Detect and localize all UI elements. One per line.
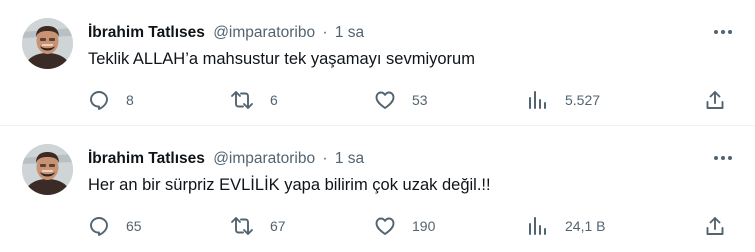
views-button[interactable]: 24,1 B xyxy=(527,214,605,238)
tweet-header: İbrahim Tatlıses @imparatoribo · 1 sa xyxy=(88,148,364,170)
more-button[interactable] xyxy=(713,24,733,40)
timestamp[interactable]: 1 sa xyxy=(335,24,364,41)
share-icon xyxy=(706,217,724,235)
reply-button[interactable]: 65 xyxy=(88,214,142,238)
reply-icon xyxy=(90,217,108,236)
reply-icon xyxy=(90,91,108,110)
author-handle[interactable]: @imparatoribo xyxy=(213,150,315,167)
more-horizontal-icon xyxy=(714,30,732,34)
timestamp[interactable]: 1 sa xyxy=(335,150,364,167)
like-count: 190 xyxy=(412,218,436,234)
share-button[interactable] xyxy=(704,214,726,238)
retweet-icon xyxy=(231,217,253,235)
tweet[interactable]: İbrahim Tatlıses @imparatoribo · 1 sa Te… xyxy=(0,0,755,126)
reply-count: 8 xyxy=(126,92,134,108)
avatar[interactable] xyxy=(22,18,73,69)
share-button[interactable] xyxy=(704,88,726,112)
author-handle[interactable]: @imparatoribo xyxy=(213,24,315,41)
tweet-text: Teklik ALLAH’a mahsustur tek yaşamayı se… xyxy=(88,50,475,68)
reply-count: 65 xyxy=(126,218,142,234)
retweet-button[interactable]: 67 xyxy=(230,214,286,238)
view-count: 5.527 xyxy=(565,92,601,108)
more-button[interactable] xyxy=(713,150,733,166)
retweet-button[interactable]: 6 xyxy=(230,88,278,112)
tweet-text: Her an bir sürpriz EVLİLİK yapa bilirim … xyxy=(88,176,491,194)
avatar[interactable] xyxy=(22,144,73,195)
like-count: 53 xyxy=(412,92,428,108)
avatar-image xyxy=(22,144,73,195)
retweet-count: 67 xyxy=(270,218,286,234)
retweet-count: 6 xyxy=(270,92,278,108)
author-name[interactable]: İbrahim Tatlıses xyxy=(88,150,205,167)
more-horizontal-icon xyxy=(714,156,732,160)
view-count: 24,1 B xyxy=(565,218,606,234)
heart-icon xyxy=(375,217,395,235)
share-icon xyxy=(706,91,724,109)
heart-icon xyxy=(375,91,395,109)
like-button[interactable]: 53 xyxy=(374,88,428,112)
tweet[interactable]: İbrahim Tatlıses @imparatoribo · 1 sa He… xyxy=(0,126,755,252)
retweet-icon xyxy=(231,91,253,109)
separator-dot: · xyxy=(322,150,328,167)
separator-dot: · xyxy=(322,24,328,41)
author-name[interactable]: İbrahim Tatlıses xyxy=(88,24,205,41)
views-button[interactable]: 5.527 xyxy=(527,88,600,112)
tweet-header: İbrahim Tatlıses @imparatoribo · 1 sa xyxy=(88,22,364,44)
avatar-image xyxy=(22,18,73,69)
reply-button[interactable]: 8 xyxy=(88,88,134,112)
like-button[interactable]: 190 xyxy=(374,214,435,238)
views-bar-chart-icon xyxy=(529,91,546,109)
views-bar-chart-icon xyxy=(529,217,546,235)
